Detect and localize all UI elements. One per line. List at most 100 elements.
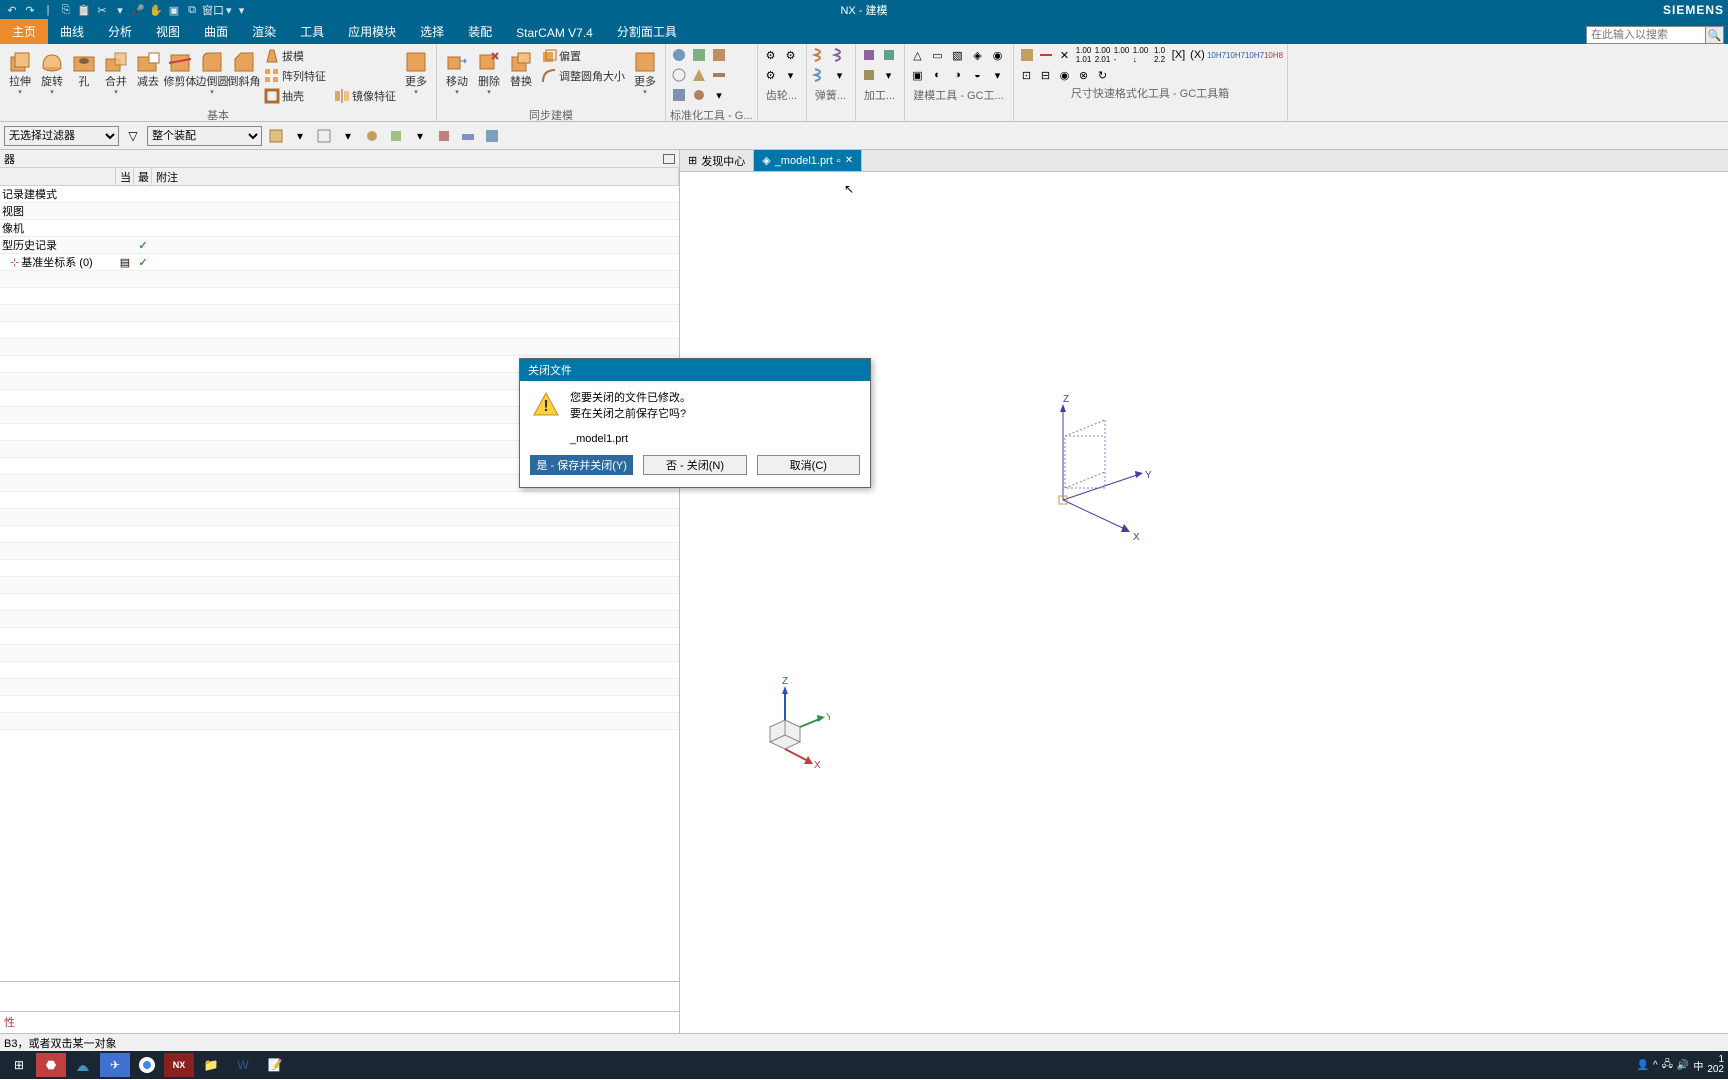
move-button[interactable]: 移动▾ xyxy=(441,46,473,98)
dim-icon[interactable]: ⊗ xyxy=(1075,66,1093,84)
tab-model1[interactable]: ◈ _model1.prt ▫ ✕ xyxy=(754,150,862,171)
dim-icon[interactable]: 10H7 xyxy=(1208,46,1226,64)
tab-tools[interactable]: 工具 xyxy=(288,19,336,44)
std-icon[interactable] xyxy=(710,66,728,84)
sel-icon[interactable] xyxy=(482,126,502,146)
search-icon[interactable]: 🔍 xyxy=(1706,26,1724,44)
copy-icon[interactable]: ⎘ xyxy=(58,2,74,18)
tree-row-datum[interactable]: ⊹基准坐标系 (0)▤✓ xyxy=(0,254,679,271)
sel-icon[interactable]: ▾ xyxy=(410,126,430,146)
tab-surface[interactable]: 曲面 xyxy=(192,19,240,44)
mfg-icon[interactable] xyxy=(880,46,898,64)
chamfer-button[interactable]: 倒斜角 xyxy=(228,46,260,90)
search-input[interactable] xyxy=(1586,26,1706,44)
window-icon[interactable]: ▣ xyxy=(166,2,182,18)
mt-icon[interactable]: ◐ xyxy=(929,66,947,84)
sel-icon[interactable] xyxy=(314,126,334,146)
resize-button[interactable]: 调整圆角大小 xyxy=(539,66,627,86)
dim-icon[interactable]: 1.00- xyxy=(1113,46,1131,64)
taskbar-explorer[interactable]: 📁 xyxy=(196,1053,226,1077)
mirror-button[interactable]: 镜像特征 xyxy=(332,86,398,106)
tray-network-icon[interactable]: 🖧 xyxy=(1662,1057,1673,1074)
spring-icon[interactable] xyxy=(811,66,829,84)
paste-icon[interactable]: 📋 xyxy=(76,2,92,18)
std-icon[interactable] xyxy=(670,86,688,104)
spring-icon[interactable]: ▾ xyxy=(831,66,849,84)
tab-appmodule[interactable]: 应用模块 xyxy=(336,19,408,44)
std-icon[interactable] xyxy=(690,66,708,84)
std-icon[interactable] xyxy=(710,46,728,64)
revolve-button[interactable]: 旋转▾ xyxy=(36,46,68,98)
taskbar-word[interactable]: W xyxy=(228,1053,258,1077)
dim-icon[interactable]: ↻ xyxy=(1094,66,1112,84)
more1-button[interactable]: 更多▾ xyxy=(400,46,432,98)
filter1-select[interactable]: 无选择过滤器 xyxy=(4,126,119,146)
sel-icon[interactable] xyxy=(266,126,286,146)
mt-icon[interactable]: △ xyxy=(909,46,927,64)
shell-button[interactable]: 抽壳 xyxy=(262,86,328,106)
dim-icon[interactable]: 10H7 xyxy=(1227,46,1245,64)
hole-button[interactable]: 孔 xyxy=(68,46,100,90)
tab-analysis[interactable]: 分析 xyxy=(96,19,144,44)
mt-icon[interactable]: ▭ xyxy=(929,46,947,64)
cancel-button[interactable]: 取消(C) xyxy=(757,455,860,475)
tray-clock[interactable]: 1202 xyxy=(1707,1055,1724,1075)
std-icon[interactable] xyxy=(670,46,688,64)
dim-icon[interactable]: 10H7 xyxy=(1246,46,1264,64)
mfg-icon[interactable]: ▾ xyxy=(880,66,898,84)
tray-volume-icon[interactable]: 🔊 xyxy=(1677,1060,1689,1071)
cut-icon[interactable]: ✂ xyxy=(94,2,110,18)
dim-icon[interactable]: 1.00↓ xyxy=(1132,46,1150,64)
taskbar-app[interactable]: ✈ xyxy=(100,1053,130,1077)
tab-render[interactable]: 渲染 xyxy=(240,19,288,44)
dim-icon[interactable]: 1.002.01 xyxy=(1094,46,1112,64)
taskbar-app[interactable]: 📝 xyxy=(260,1053,290,1077)
redo-icon[interactable]: ↷ xyxy=(22,2,38,18)
gear-icon[interactable]: ⚙ xyxy=(762,46,780,64)
mic-icon[interactable]: 🎤 xyxy=(130,2,146,18)
undo-icon[interactable]: ↶ xyxy=(4,2,20,18)
std-icon[interactable] xyxy=(690,86,708,104)
touch-icon[interactable]: ✋ xyxy=(148,2,164,18)
dim-icon[interactable] xyxy=(1018,46,1036,64)
trim-button[interactable]: 修剪体 xyxy=(164,46,196,90)
dim-icon[interactable]: 1.02.2 xyxy=(1151,46,1169,64)
mt-icon[interactable]: ▧ xyxy=(949,46,967,64)
close-tab-icon[interactable]: ✕ xyxy=(845,155,853,166)
mt-icon[interactable]: ▣ xyxy=(909,66,927,84)
tab-starcam[interactable]: StarCAM V7.4 xyxy=(504,22,605,44)
mt-icon[interactable]: ◉ xyxy=(989,46,1007,64)
start-button[interactable]: ⊞ xyxy=(4,1053,34,1077)
std-icon[interactable]: ▾ xyxy=(710,86,728,104)
filter2-select[interactable]: 整个装配 xyxy=(147,126,262,146)
cascade-icon[interactable]: ⧉ xyxy=(184,2,200,18)
delete-button[interactable]: 删除▾ xyxy=(473,46,505,98)
mt-icon[interactable]: ◑ xyxy=(949,66,967,84)
replace-button[interactable]: 替换 xyxy=(505,46,537,90)
tree-row[interactable]: 记录建模式 xyxy=(0,186,679,203)
spring-icon[interactable] xyxy=(811,46,829,64)
navigator-tree[interactable]: 记录建模式 视图 像机 型历史记录✓ ⊹基准坐标系 (0)▤✓ xyxy=(0,186,679,981)
dim-icon[interactable]: 1.001.01 xyxy=(1075,46,1093,64)
gear-icon[interactable]: ⚙ xyxy=(782,46,800,64)
more2-button[interactable]: 更多▾ xyxy=(629,46,661,98)
taskbar-app[interactable]: ⬣ xyxy=(36,1053,66,1077)
tray-people-icon[interactable]: 👤 xyxy=(1637,1060,1649,1071)
mt-icon[interactable]: ◈ xyxy=(969,46,987,64)
dim-icon[interactable]: (X) xyxy=(1189,46,1207,64)
qat-drop-icon[interactable]: ▾ xyxy=(112,2,128,18)
extrude-button[interactable]: 拉伸▾ xyxy=(4,46,36,98)
edgeblend-button[interactable]: 边倒圆▾ xyxy=(196,46,228,98)
save-and-close-button[interactable]: 是 - 保存并关闭(Y) xyxy=(530,455,633,475)
gear-icon[interactable]: ⚙ xyxy=(762,66,780,84)
dim-icon[interactable]: ◉ xyxy=(1056,66,1074,84)
dim-icon[interactable] xyxy=(1037,46,1055,64)
taskbar-nx[interactable]: NX xyxy=(164,1053,194,1077)
unite-button[interactable]: 合并▾ xyxy=(100,46,132,98)
sel-icon[interactable]: ▾ xyxy=(290,126,310,146)
sel-icon[interactable] xyxy=(458,126,478,146)
tab-split[interactable]: 分割面工具 xyxy=(605,19,689,44)
dim-icon[interactable]: ⊡ xyxy=(1018,66,1036,84)
mfg-icon[interactable] xyxy=(860,66,878,84)
tree-row[interactable]: 像机 xyxy=(0,220,679,237)
